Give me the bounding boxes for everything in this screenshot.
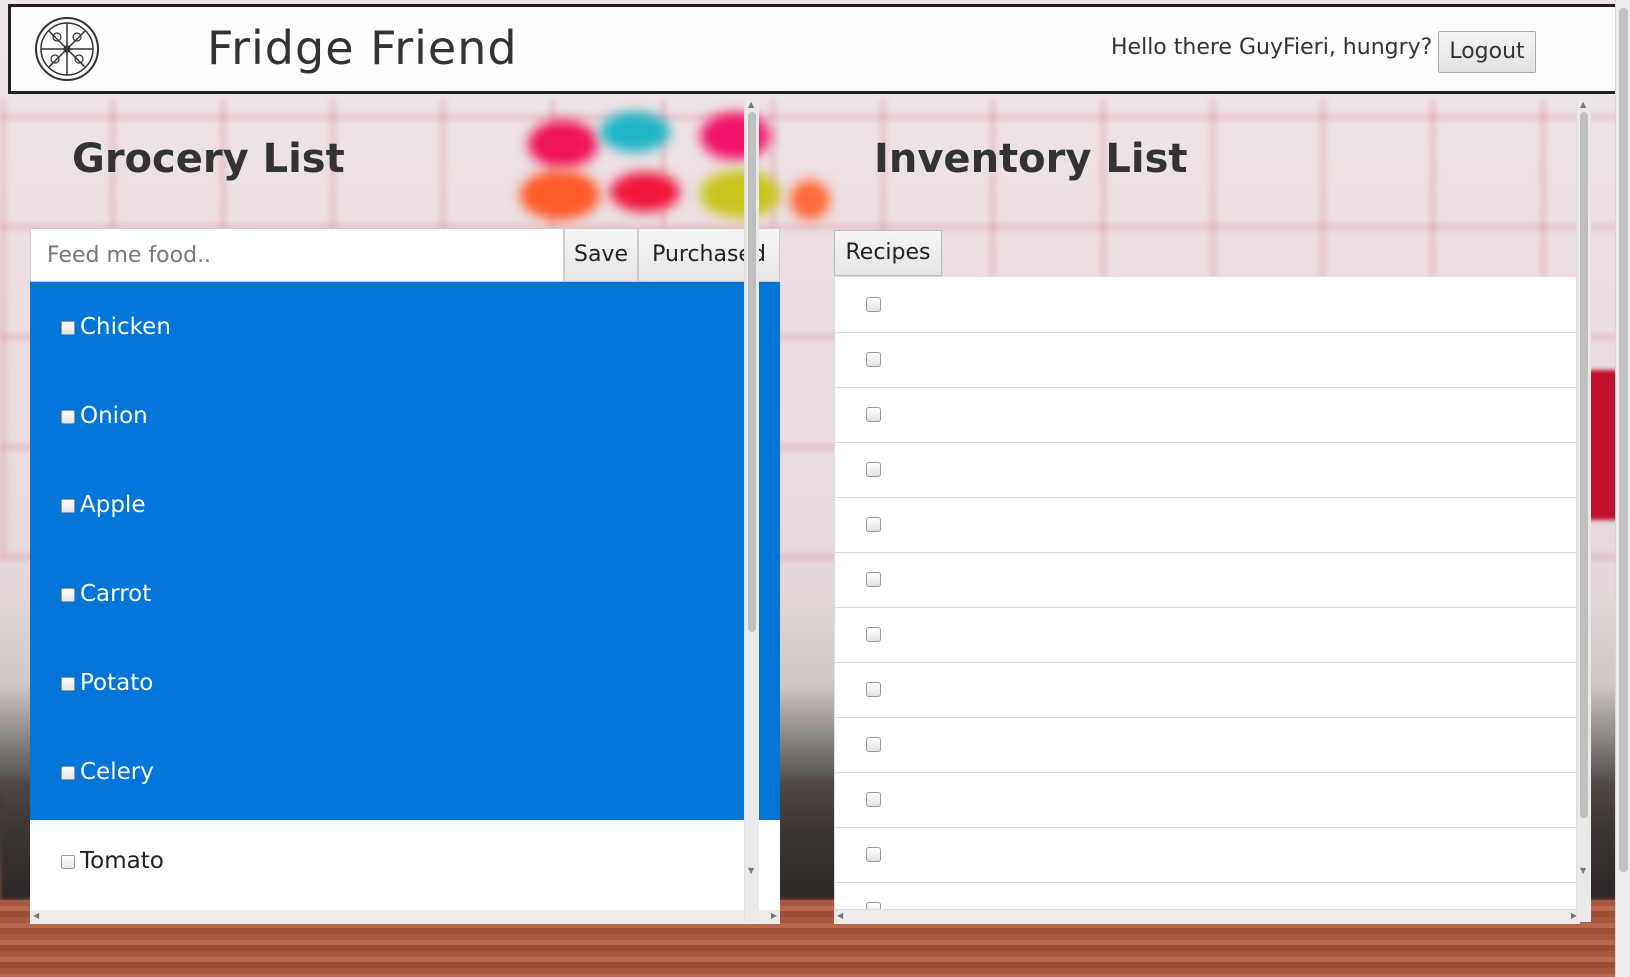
grocery-item-label: Celery: [80, 759, 154, 785]
inventory-panel: Inventory List Recipes ◀ ▶ ▲ ▼: [790, 100, 1591, 924]
item-checkbox[interactable]: [866, 462, 881, 477]
grocery-item[interactable]: Celery: [30, 727, 780, 820]
scroll-left-icon[interactable]: ◀: [33, 911, 39, 920]
scroll-up-icon[interactable]: ▲: [748, 100, 754, 109]
item-checkbox[interactable]: [866, 297, 881, 312]
grocery-item-label: Potato: [80, 670, 154, 696]
inventory-list-title: Inventory List: [874, 136, 1188, 182]
inventory-item[interactable]: [835, 497, 1579, 553]
grocery-item-label: Chicken: [80, 314, 171, 340]
grocery-item[interactable]: Chicken: [30, 282, 780, 375]
recipes-button[interactable]: Recipes: [834, 230, 942, 276]
inventory-list: [834, 276, 1580, 910]
inventory-item[interactable]: [835, 772, 1579, 828]
grocery-item-label: Tomato: [80, 848, 164, 874]
item-checkbox[interactable]: [866, 792, 881, 807]
inventory-horizontal-scrollbar[interactable]: ◀ ▶: [834, 910, 1580, 924]
item-checkbox[interactable]: [866, 407, 881, 422]
inventory-item[interactable]: [835, 442, 1579, 498]
item-checkbox[interactable]: [866, 572, 881, 587]
item-checkbox[interactable]: [866, 737, 881, 752]
scrollbar-thumb[interactable]: [1619, 8, 1628, 872]
grocery-item[interactable]: Potato: [30, 638, 780, 731]
scrollbar-thumb[interactable]: [748, 112, 756, 632]
grocery-item[interactable]: Apple: [30, 460, 780, 553]
item-checkbox[interactable]: [866, 682, 881, 697]
user-greeting: Hello there GuyFieri, hungry?: [1111, 35, 1433, 60]
item-checkbox[interactable]: [866, 627, 881, 642]
item-checkbox[interactable]: [61, 855, 75, 869]
grocery-item[interactable]: Carrot: [30, 549, 780, 642]
item-checkbox[interactable]: [61, 677, 75, 691]
inventory-item[interactable]: [835, 332, 1579, 388]
grocery-item[interactable]: Onion: [30, 371, 780, 464]
food-input[interactable]: [30, 228, 564, 282]
scroll-right-icon[interactable]: ▶: [771, 911, 777, 920]
item-checkbox[interactable]: [866, 847, 881, 862]
pizza-icon[interactable]: [33, 15, 101, 83]
inventory-item[interactable]: [835, 717, 1579, 773]
item-checkbox[interactable]: [866, 517, 881, 532]
item-checkbox[interactable]: [61, 588, 75, 602]
inventory-item[interactable]: [835, 827, 1579, 883]
grocery-list-title: Grocery List: [72, 136, 345, 182]
scroll-up-icon[interactable]: ▲: [1580, 100, 1586, 109]
inventory-item[interactable]: [835, 662, 1579, 718]
save-button[interactable]: Save: [564, 228, 638, 282]
grocery-horizontal-scrollbar[interactable]: ◀ ▶: [30, 910, 780, 924]
grocery-item-label: Onion: [80, 403, 148, 429]
grocery-vertical-scrollbar[interactable]: ▲ ▼: [744, 100, 759, 922]
scroll-down-icon[interactable]: ▼: [748, 866, 754, 875]
item-checkbox[interactable]: [61, 410, 75, 424]
grocery-list: Chicken Onion Apple Carrot Potato Celery…: [30, 282, 780, 910]
inventory-item[interactable]: [835, 552, 1579, 608]
item-checkbox[interactable]: [61, 499, 75, 513]
grocery-item[interactable]: Tomato: [30, 816, 780, 909]
item-checkbox[interactable]: [61, 321, 75, 335]
inventory-item[interactable]: [835, 387, 1579, 443]
grocery-item-label: Apple: [80, 492, 146, 518]
item-checkbox[interactable]: [61, 766, 75, 780]
scroll-down-icon[interactable]: ▼: [1580, 866, 1586, 875]
app-header: Fridge Friend Hello there GuyFieri, hung…: [8, 4, 1618, 94]
inventory-item[interactable]: [835, 882, 1579, 909]
inventory-item[interactable]: [835, 607, 1579, 663]
inventory-item[interactable]: [835, 277, 1579, 333]
grocery-panel: Grocery List Save Purchased Chicken Onio…: [8, 100, 784, 924]
page-vertical-scrollbar[interactable]: [1615, 0, 1630, 977]
logout-button[interactable]: Logout: [1438, 31, 1536, 73]
app-title: Fridge Friend: [207, 21, 518, 75]
item-checkbox[interactable]: [866, 902, 881, 909]
inventory-vertical-scrollbar[interactable]: ▲ ▼: [1576, 100, 1591, 922]
scrollbar-thumb[interactable]: [1580, 112, 1588, 818]
item-checkbox[interactable]: [866, 352, 881, 367]
grocery-item-label: Carrot: [80, 581, 152, 607]
scroll-left-icon[interactable]: ◀: [837, 911, 843, 920]
